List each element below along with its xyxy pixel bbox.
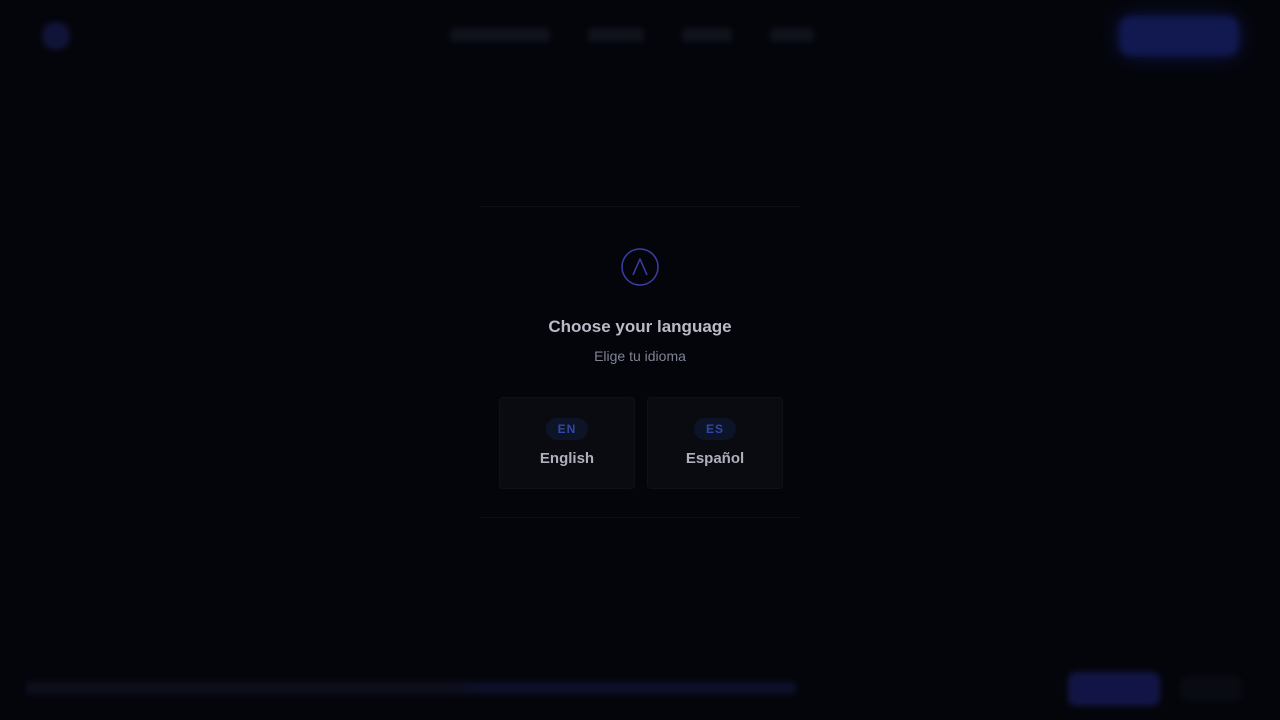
top-navigation-bar [0,0,1280,72]
nav-link [450,28,550,42]
header-cta-button [1120,17,1238,55]
cookie-reject-button [1180,676,1242,702]
nav-link [588,28,644,42]
language-option-english[interactable]: EN English [499,397,635,489]
brand-name [88,26,148,44]
language-option-spanish[interactable]: ES Español [647,397,783,489]
cookie-banner [0,660,1280,720]
language-code-badge: EN [546,418,588,440]
language-code-badge: ES [694,418,736,440]
chevron-up-circle-icon [621,248,659,286]
cookie-accept-button [1068,672,1160,706]
language-label: English [539,450,595,467]
main-nav [450,28,814,42]
language-options: EN English ES Español [499,397,783,489]
nav-link [770,28,814,42]
language-modal: Choose your language Elige tu idioma EN … [480,206,800,518]
modal-title: Choose your language [548,317,732,336]
cookie-banner-text [26,682,796,694]
modal-subtitle: Elige tu idioma [594,348,686,364]
nav-link [682,28,732,42]
page-stage: Choose your language Elige tu idioma EN … [0,0,1280,720]
brand-logo-icon [42,22,70,50]
language-label: Español [685,450,745,467]
